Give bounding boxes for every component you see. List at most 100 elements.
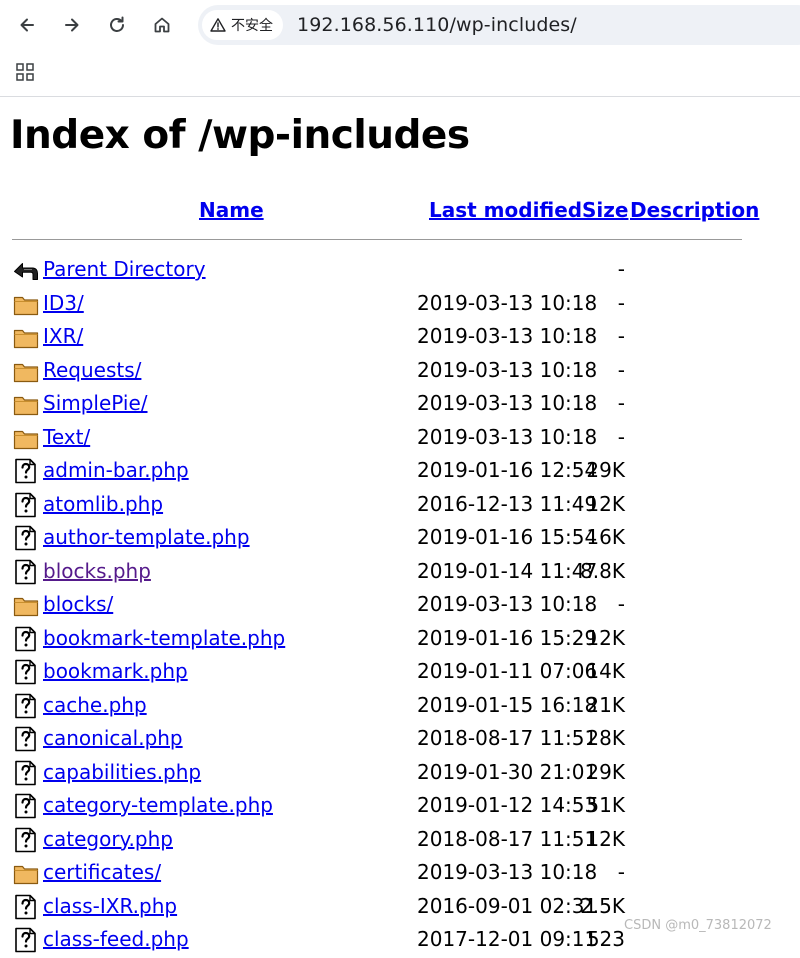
size-cell: 21K — [586, 692, 625, 717]
header-divider — [12, 239, 742, 240]
table-row: blocks/2019-03-13 10:18- — [0, 589, 800, 622]
file-link[interactable]: class-IXR.php — [43, 894, 177, 918]
forward-button[interactable] — [54, 7, 90, 43]
file-unknown-icon — [13, 793, 39, 819]
size-cell: 12K — [586, 826, 625, 851]
folder-link[interactable]: Text/ — [43, 425, 90, 449]
watermark: CSDN @m0_73812072 — [624, 918, 772, 933]
file-unknown-icon — [13, 458, 39, 484]
folder-link[interactable]: SimplePie/ — [43, 391, 148, 415]
file-link[interactable]: category-template.php — [43, 793, 273, 817]
table-row: bookmark-template.php 2019-01-16 15:29 12K — [0, 623, 800, 656]
reload-button[interactable] — [99, 7, 135, 43]
apps-grid-icon — [16, 63, 34, 81]
table-row: SimplePie/2019-03-13 10:18- — [0, 388, 800, 421]
file-link[interactable]: blocks.php — [43, 559, 151, 583]
folder-icon — [13, 358, 39, 384]
column-header-description[interactable]: Description — [630, 198, 759, 222]
bookmarks-bar — [0, 50, 800, 97]
table-row: Parent Directory - — [0, 254, 800, 287]
column-header-size[interactable]: Size — [582, 198, 628, 222]
size-cell: - — [617, 324, 625, 348]
file-unknown-icon — [13, 894, 39, 920]
file-link[interactable]: canonical.php — [43, 726, 183, 750]
folder-icon — [13, 391, 39, 417]
file-unknown-icon — [13, 827, 39, 853]
size-cell: 14K — [586, 659, 625, 683]
warning-triangle-icon — [210, 18, 226, 32]
table-row: certificates/2019-03-13 10:18- — [0, 857, 800, 890]
file-unknown-icon — [13, 760, 39, 786]
url-text[interactable]: 192.168.56.110/wp-includes/ — [297, 14, 577, 36]
page-title: Index of /wp-includes — [10, 113, 470, 158]
table-row: canonical.php 2018-08-17 11:51 28K — [0, 723, 800, 756]
file-link[interactable]: bookmark-template.php — [43, 626, 285, 650]
folder-icon — [13, 592, 39, 618]
directory-listing-page: Index of /wp-includes Name Last modified… — [0, 97, 800, 953]
file-link[interactable]: capabilities.php — [43, 760, 201, 784]
file-link[interactable]: cache.php — [43, 693, 147, 717]
file-link[interactable]: atomlib.php — [43, 492, 163, 516]
file-link[interactable]: admin-bar.php — [43, 458, 189, 482]
folder-icon — [13, 324, 39, 350]
forward-arrow-icon — [65, 18, 79, 32]
file-unknown-icon — [13, 525, 39, 551]
column-header-last-modified[interactable]: Last modified — [429, 198, 582, 222]
parent-directory-link[interactable]: Parent Directory — [43, 257, 206, 281]
table-row: ID3/2019-03-13 10:18- — [0, 288, 800, 321]
table-row: Text/2019-03-13 10:18- — [0, 422, 800, 455]
file-unknown-icon — [13, 693, 39, 719]
home-icon — [154, 17, 170, 33]
home-button[interactable] — [144, 7, 180, 43]
size-cell: 12K — [586, 491, 625, 516]
size-cell: - — [617, 257, 625, 281]
table-row: author-template.php 2019-01-16 15:54 16K — [0, 522, 800, 555]
size-cell: - — [617, 592, 625, 616]
file-link[interactable]: category.php — [43, 827, 173, 851]
table-row: atomlib.php 2016-12-13 11:49 12K — [0, 489, 800, 522]
back-arrow-icon — [20, 18, 34, 32]
security-indicator[interactable]: 不安全 — [202, 10, 283, 40]
table-row: cache.php 2019-01-15 16:18 21K — [0, 690, 800, 723]
folder-icon — [13, 860, 39, 886]
folder-icon — [13, 425, 39, 451]
table-row: IXR/2019-03-13 10:18- — [0, 321, 800, 354]
size-cell: - — [617, 357, 625, 382]
size-cell: 16K — [586, 525, 625, 549]
file-link[interactable]: bookmark.php — [43, 659, 188, 683]
file-unknown-icon — [13, 492, 39, 518]
folder-link[interactable]: Requests/ — [43, 358, 141, 382]
folder-link[interactable]: ID3/ — [43, 291, 84, 315]
size-cell: 2.5K — [580, 893, 625, 918]
folder-link[interactable]: blocks/ — [43, 592, 113, 616]
column-header-name[interactable]: Name — [199, 198, 264, 222]
table-row: admin-bar.php 2019-01-16 12:54 29K — [0, 455, 800, 488]
folder-link[interactable]: certificates/ — [43, 860, 161, 884]
security-label: 不安全 — [231, 18, 273, 34]
size-cell: 51K — [586, 793, 625, 817]
apps-button[interactable] — [12, 59, 38, 85]
folder-link[interactable]: IXR/ — [43, 324, 83, 348]
file-unknown-icon — [13, 659, 39, 685]
address-bar[interactable]: 不安全 192.168.56.110/wp-includes/ — [198, 5, 800, 45]
table-row: blocks.php 2019-01-14 11:47 8.8K — [0, 556, 800, 589]
size-cell: 28K — [586, 726, 625, 750]
file-link[interactable]: author-template.php — [43, 525, 250, 549]
back-button[interactable] — [9, 7, 45, 43]
size-cell: 12K — [586, 625, 625, 650]
size-cell: - — [617, 391, 625, 415]
file-unknown-icon — [13, 626, 39, 652]
reload-icon — [110, 16, 124, 32]
file-unknown-icon — [13, 726, 39, 752]
size-cell: 8.8K — [580, 558, 625, 583]
file-unknown-icon — [13, 927, 39, 953]
browser-toolbar: 不安全 192.168.56.110/wp-includes/ — [0, 0, 800, 50]
folder-icon — [13, 291, 39, 317]
size-cell: - — [617, 424, 625, 449]
table-row: category-template.php 2019-01-12 14:53 51K — [0, 790, 800, 823]
table-row: category.php 2018-08-17 11:51 12K — [0, 824, 800, 857]
file-link[interactable]: class-feed.php — [43, 927, 189, 951]
size-cell: 29K — [586, 759, 625, 784]
size-cell: 29K — [586, 458, 625, 482]
table-row: bookmark.php 2019-01-11 07:06 14K — [0, 656, 800, 689]
